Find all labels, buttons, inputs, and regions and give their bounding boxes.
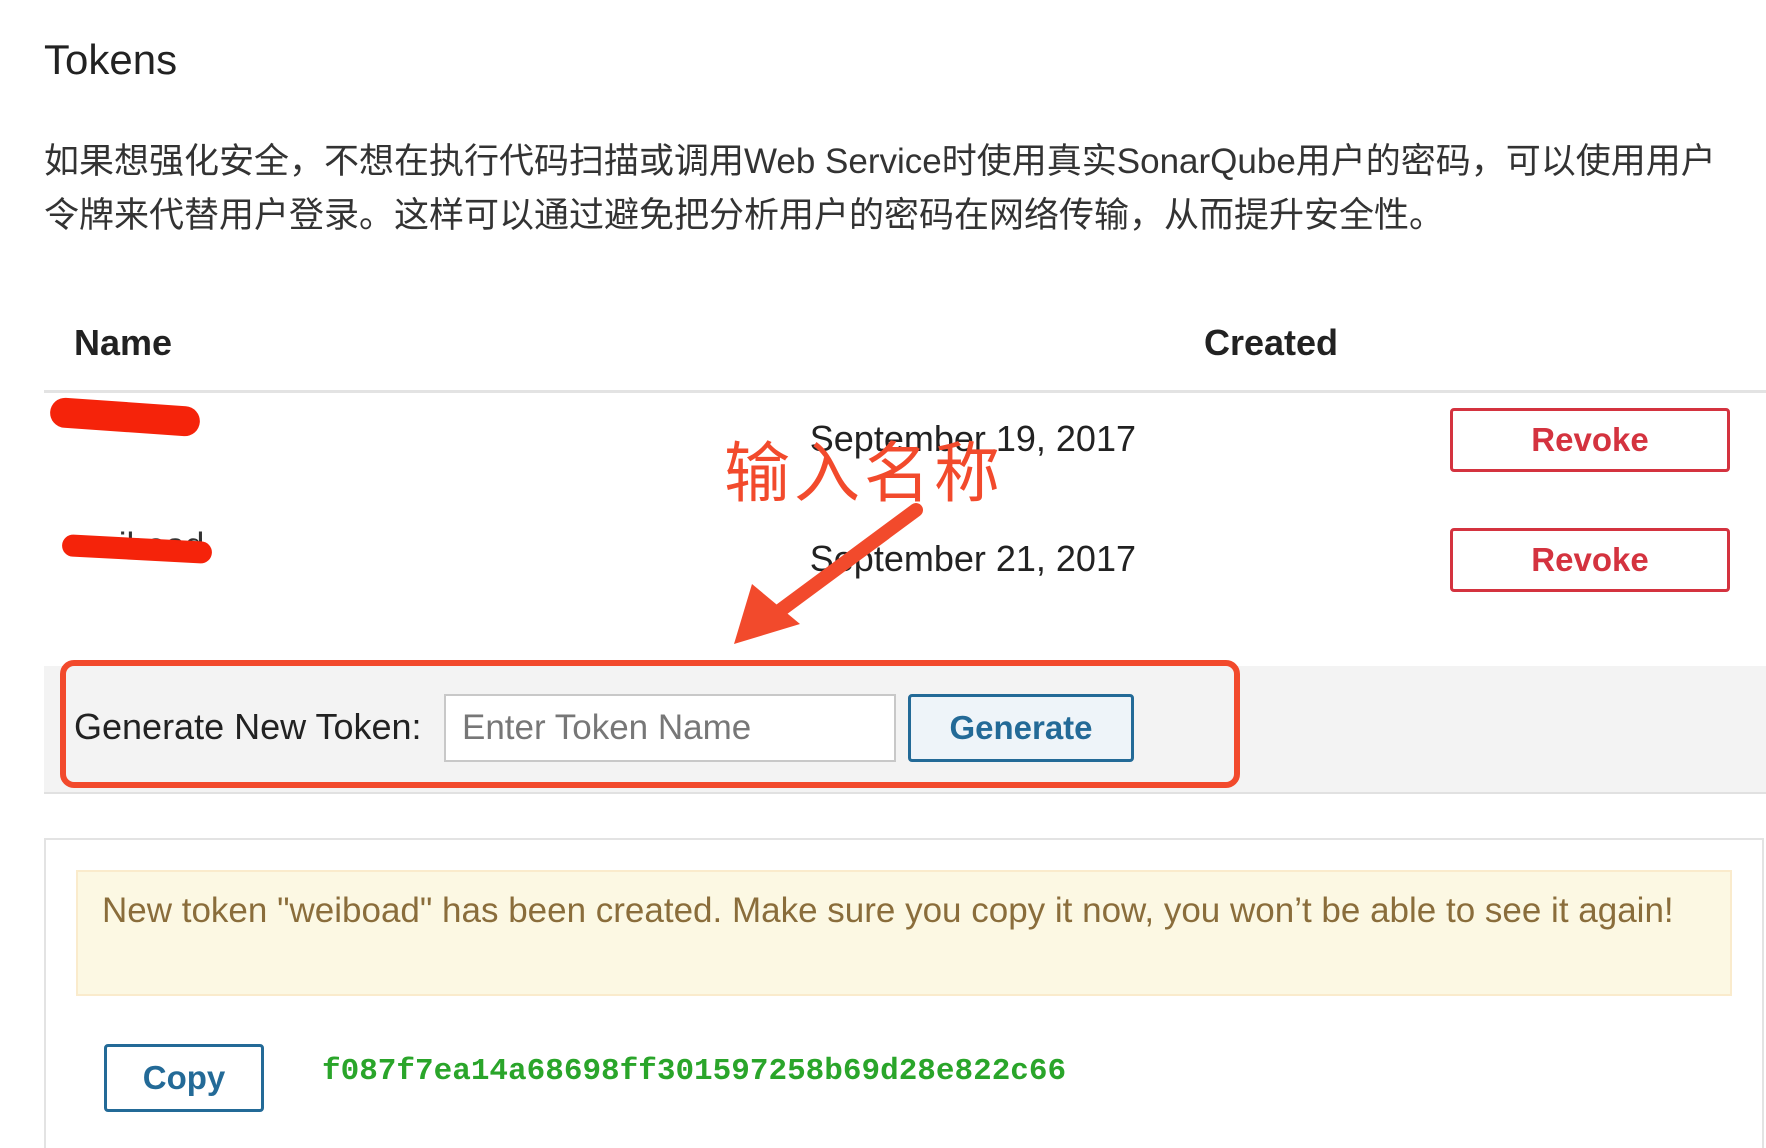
token-value: f087f7ea14a68698ff301597258b69d28e822c66 <box>322 1054 1067 1089</box>
page-description: 如果想强化安全，不想在执行代码扫描或调用Web Service时使用真实Sona… <box>44 142 1716 235</box>
page-title: Tokens <box>44 36 178 83</box>
column-header-name: Name <box>74 322 173 363</box>
redaction-mark <box>49 396 201 438</box>
tokens-table-header: Name Created <box>44 310 1766 393</box>
tokens-page: Tokens 如果想强化安全，不想在执行代码扫描或调用Web Service时使… <box>0 0 1766 1148</box>
annotation-arrow-icon <box>734 503 923 644</box>
revoke-button[interactable]: Revoke <box>1450 408 1730 472</box>
copy-button[interactable]: Copy <box>104 1044 264 1112</box>
column-header-created: Created <box>1204 322 1339 363</box>
new-token-alert: New token "weiboad" has been created. Ma… <box>76 870 1732 996</box>
revoke-button[interactable]: Revoke <box>1450 528 1730 592</box>
annotation-highlight-box <box>60 660 1240 788</box>
